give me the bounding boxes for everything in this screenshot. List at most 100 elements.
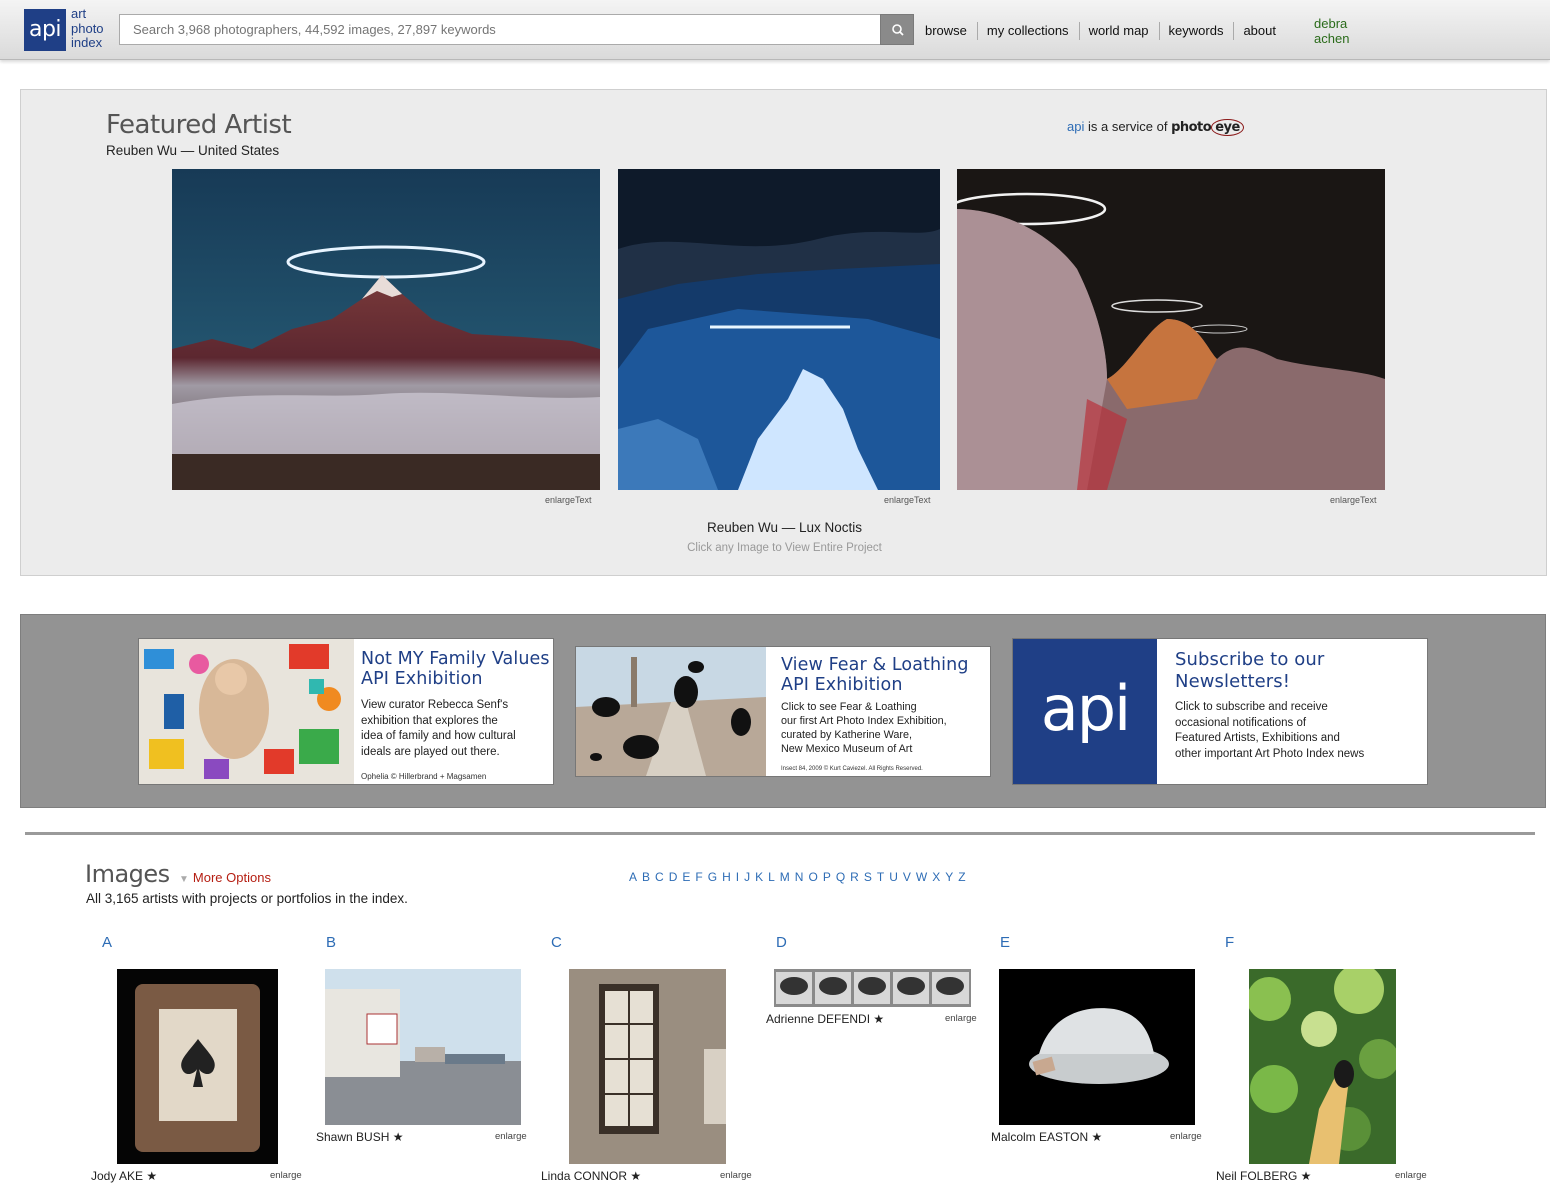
- letter-heading-c[interactable]: C: [551, 934, 562, 951]
- promo-subscribe-text: Click to subscribe and receive occasiona…: [1175, 701, 1365, 760]
- alpha-link-i[interactable]: I: [736, 870, 739, 884]
- enlarge-link-3[interactable]: enlargeText: [1330, 495, 1377, 505]
- letter-heading-f[interactable]: F: [1225, 934, 1234, 951]
- featured-image-1[interactable]: [172, 169, 600, 490]
- nav-browse[interactable]: browse: [916, 22, 978, 40]
- alpha-link-t[interactable]: T: [877, 870, 884, 884]
- logo-word-art: art: [71, 6, 87, 21]
- alpha-link-u[interactable]: U: [889, 870, 898, 884]
- search-button[interactable]: [880, 14, 914, 45]
- alpha-link-j[interactable]: J: [744, 870, 750, 884]
- enlarge-link-f[interactable]: enlarge: [1395, 1170, 1427, 1181]
- promo-fear-loathing-text: Click to see Fear & Loathing our first A…: [781, 701, 947, 755]
- artist-caption-a[interactable]: Jody AKE ★: [91, 1169, 157, 1183]
- service-text: is a service of: [1084, 119, 1172, 134]
- alpha-link-p[interactable]: P: [823, 870, 831, 884]
- artist-count-text: All 3,165 artists with projects or portf…: [86, 891, 408, 906]
- enlarge-link-d[interactable]: enlarge: [945, 1013, 977, 1024]
- alpha-link-x[interactable]: X: [932, 870, 940, 884]
- thumbnail-d[interactable]: [774, 969, 971, 1007]
- alpha-link-o[interactable]: O: [808, 870, 817, 884]
- promo-subscribe-api-logo: api: [1013, 639, 1157, 784]
- nav-world-map[interactable]: world map: [1080, 22, 1160, 40]
- alpha-link-m[interactable]: M: [780, 870, 790, 884]
- enlarge-link-a[interactable]: enlarge: [270, 1170, 302, 1181]
- artist-caption-b[interactable]: Shawn BUSH ★: [316, 1130, 403, 1144]
- logo-word-photo: photo: [71, 20, 104, 36]
- enlarge-link-1[interactable]: enlargeText: [545, 495, 592, 505]
- alpha-link-h[interactable]: H: [722, 870, 731, 884]
- main-nav: browse my collections world map keywords…: [916, 22, 1286, 40]
- alpha-link-y[interactable]: Y: [945, 870, 953, 884]
- alpha-link-z[interactable]: Z: [958, 870, 965, 884]
- letter-heading-a[interactable]: A: [102, 934, 112, 951]
- user-last-name: achen: [1314, 31, 1350, 46]
- alpha-link-e[interactable]: E: [682, 870, 690, 884]
- alpha-link-s[interactable]: S: [864, 870, 872, 884]
- thumbnail-c[interactable]: [569, 969, 726, 1164]
- alpha-link-l[interactable]: L: [768, 870, 775, 884]
- alpha-link-a[interactable]: A: [629, 870, 637, 884]
- more-options-label: More Options: [192, 870, 271, 885]
- triangle-down-icon: ▼: [179, 874, 189, 885]
- featured-artist-name[interactable]: Reuben Wu — United States: [106, 143, 279, 158]
- alpha-link-v[interactable]: V: [903, 870, 911, 884]
- thumbnail-b[interactable]: [325, 969, 521, 1125]
- api-logo[interactable]: api: [24, 9, 66, 51]
- letter-heading-b[interactable]: B: [326, 934, 336, 951]
- promo-family-values[interactable]: Not MY Family Values API Exhibition View…: [138, 638, 554, 785]
- promo-family-values-text: View curator Rebecca Senf's exhibition t…: [361, 699, 516, 758]
- alpha-link-k[interactable]: K: [755, 870, 763, 884]
- promo-family-values-credit: Ophelia © Hillerbrand + Magsamen: [361, 772, 487, 781]
- featured-image-2[interactable]: [618, 169, 940, 490]
- enlarge-link-2[interactable]: enlargeText: [884, 495, 931, 505]
- service-note[interactable]: api is a service of photo eye: [1067, 119, 1244, 136]
- alphabet-filter: A B C D E F G H I J K L M N O P Q R S T …: [629, 870, 966, 884]
- thumbnail-f[interactable]: [1249, 969, 1396, 1164]
- nav-about[interactable]: about: [1234, 22, 1286, 40]
- enlarge-link-e[interactable]: enlarge: [1170, 1131, 1202, 1142]
- nav-my-collections[interactable]: my collections: [978, 22, 1080, 40]
- more-options-toggle[interactable]: ▼ More Options: [179, 870, 271, 885]
- alpha-link-c[interactable]: C: [655, 870, 664, 884]
- featured-artist-panel: Featured Artist Reuben Wu — United State…: [20, 89, 1547, 576]
- project-title[interactable]: Reuben Wu — Lux Noctis: [21, 520, 1548, 535]
- alpha-link-w[interactable]: W: [916, 870, 927, 884]
- featured-image-3[interactable]: [957, 169, 1385, 490]
- user-menu[interactable]: debra achen: [1314, 16, 1349, 46]
- letter-heading-e[interactable]: E: [1000, 934, 1010, 951]
- artist-caption-c[interactable]: Linda CONNOR ★: [541, 1169, 641, 1183]
- alpha-link-d[interactable]: D: [669, 870, 678, 884]
- artist-caption-e[interactable]: Malcolm EASTON ★: [991, 1130, 1102, 1144]
- thumbnail-a[interactable]: [117, 969, 278, 1164]
- photo-eye-logo: photo eye: [1171, 119, 1244, 136]
- thumbnail-e[interactable]: [999, 969, 1195, 1125]
- artist-caption-d[interactable]: Adrienne DEFENDI ★: [766, 1012, 884, 1026]
- enlarge-link-b[interactable]: enlarge: [495, 1131, 527, 1142]
- promo-banner: Not MY Family Values API Exhibition View…: [20, 614, 1546, 808]
- promo-family-values-title: Not MY Family Values API Exhibition: [361, 649, 550, 689]
- nav-keywords[interactable]: keywords: [1160, 22, 1235, 40]
- logo-word-index: index: [71, 35, 103, 50]
- user-first-name: debra: [1314, 16, 1348, 31]
- service-api-word: api: [1067, 119, 1085, 134]
- search-icon: [892, 24, 904, 36]
- alpha-link-n[interactable]: N: [795, 870, 804, 884]
- promo-subscribe-newsletter[interactable]: api Subscribe to our Newsletters! Click …: [1012, 638, 1428, 785]
- alpha-link-r[interactable]: R: [850, 870, 859, 884]
- promo-fear-loathing-image: [576, 647, 766, 776]
- search-input[interactable]: [119, 14, 881, 45]
- section-divider: [25, 832, 1535, 835]
- alpha-link-f[interactable]: F: [695, 870, 702, 884]
- alpha-link-q[interactable]: Q: [836, 870, 845, 884]
- letter-heading-d[interactable]: D: [776, 934, 787, 951]
- promo-fear-loathing-credit: Insect 84, 2009 © Kurt Caviezel. All Rig…: [781, 766, 923, 772]
- alpha-link-b[interactable]: B: [642, 870, 650, 884]
- promo-family-values-image: [139, 639, 354, 784]
- alpha-link-g[interactable]: G: [708, 870, 717, 884]
- project-hint: Click any Image to View Entire Project: [687, 542, 882, 554]
- enlarge-link-c[interactable]: enlarge: [720, 1170, 752, 1181]
- artist-caption-f[interactable]: Neil FOLBERG ★: [1216, 1169, 1311, 1183]
- logo-wordmark[interactable]: art photo index: [71, 6, 104, 51]
- promo-fear-loathing[interactable]: View Fear & Loathing API Exhibition Clic…: [575, 646, 991, 777]
